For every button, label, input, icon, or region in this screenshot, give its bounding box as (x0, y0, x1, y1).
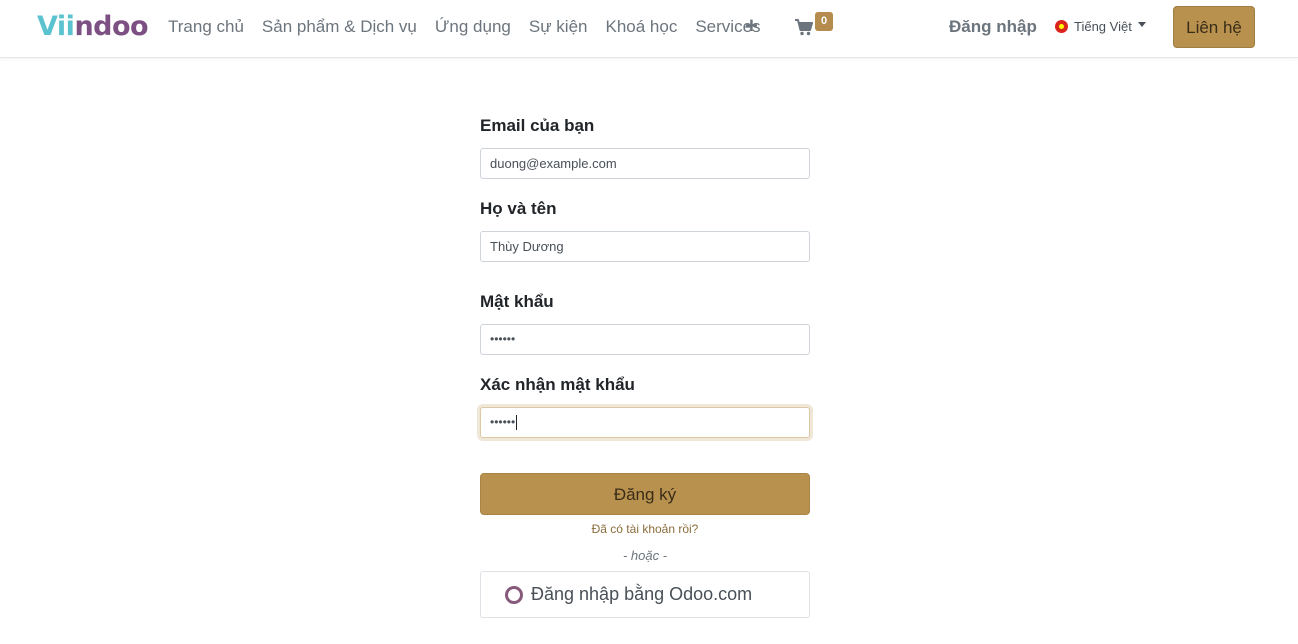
odoo-login-button[interactable]: Đăng nhập bằng Odoo.com (480, 571, 810, 618)
language-selector[interactable]: Tiếng Việt (1055, 19, 1146, 34)
nav-link-courses[interactable]: Khoá học (606, 17, 678, 37)
confirm-password-value: •••••• (490, 415, 516, 429)
contact-button[interactable]: Liên hệ (1173, 6, 1255, 48)
main-menu: Trang chủ Sản phẩm & Dịch vụ Ứng dụng Sự… (168, 17, 779, 37)
name-field[interactable]: Thùy Dương (480, 231, 810, 262)
password-label: Mật khẩu (480, 292, 554, 311)
confirm-password-field[interactable]: •••••• (480, 407, 810, 438)
language-label: Tiếng Việt (1074, 19, 1132, 34)
nav-link-events[interactable]: Sự kiện (529, 17, 588, 37)
signup-button[interactable]: Đăng ký (480, 473, 810, 515)
email-field[interactable]: duong@example.com (480, 148, 810, 179)
or-divider: - hoặc - (622, 548, 668, 563)
email-label: Email của bạn (480, 116, 595, 135)
plus-icon[interactable]: + (745, 15, 758, 37)
viindoo-logo[interactable]: Viindoo (37, 11, 149, 43)
confirm-password-label: Xác nhận mật khẩu (480, 375, 635, 394)
name-label: Họ và tên (480, 199, 557, 218)
nav-link-home[interactable]: Trang chủ (168, 17, 244, 37)
cart-icon[interactable] (795, 19, 813, 36)
odoo-login-label: Đăng nhập bằng Odoo.com (531, 584, 753, 604)
odoo-circle-icon (505, 585, 523, 604)
logo-text-suffix: ndoo (74, 11, 149, 42)
login-link[interactable]: Đăng nhập (949, 17, 1037, 37)
top-navbar: Viindoo Trang chủ Sản phẩm & Dịch vụ Ứng… (0, 0, 1298, 58)
cart-count-badge: 0 (815, 12, 833, 31)
caret-down-icon (1137, 22, 1146, 27)
password-field[interactable]: •••••• (480, 324, 810, 355)
have-account-link[interactable]: Đã có tài khoản rồi? (480, 521, 810, 537)
nav-link-products[interactable]: Sản phẩm & Dịch vụ (262, 17, 417, 37)
text-cursor (516, 415, 518, 431)
logo-text-prefix: Vii (37, 11, 75, 42)
vietnam-flag-icon (1055, 20, 1068, 33)
nav-link-apps[interactable]: Ứng dụng (435, 17, 511, 37)
